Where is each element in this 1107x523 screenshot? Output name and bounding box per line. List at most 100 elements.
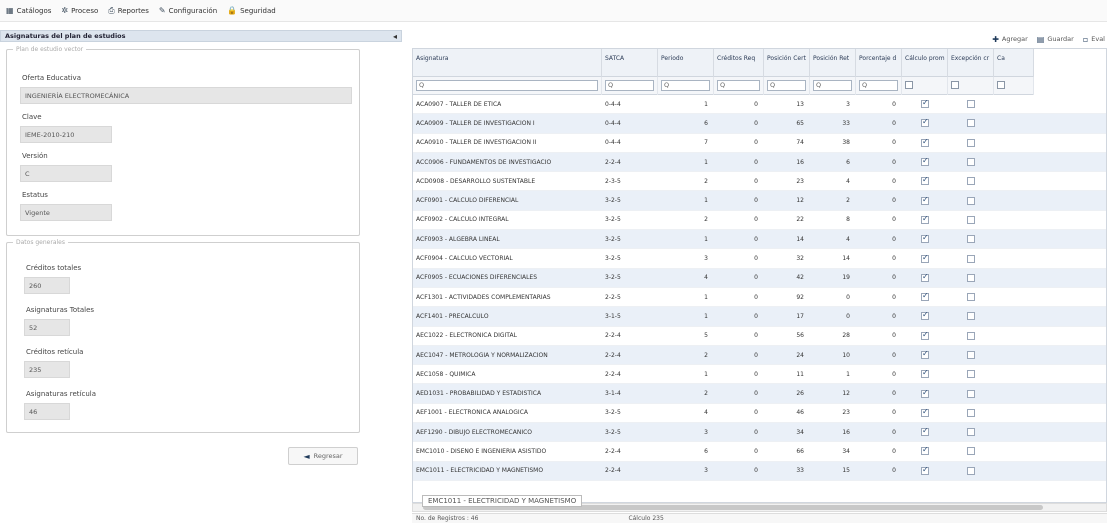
table-row[interactable]: ACF0902 - CÁLCULO INTEGRAL 3-2-5 2 0 22 8 0 [413, 211, 1106, 231]
grid-header: Asignatura SATCA Periodo Créditos Req Posici… [413, 49, 1034, 77]
menu-item-3[interactable]: ✎ Configuración [159, 6, 217, 15]
exc-checkbox[interactable] [967, 293, 975, 302]
column-header[interactable]: Periodo [658, 49, 714, 77]
exc-checkbox[interactable] [967, 331, 975, 340]
filter-input[interactable]: Q [605, 80, 654, 91]
column-header[interactable]: Porcentaje d [856, 49, 902, 77]
exc-checkbox[interactable] [967, 312, 975, 321]
table-row[interactable]: AEF1290 - DIBUJO ELECTROMECANICO 3-2-5 3 0 3… [413, 423, 1106, 443]
calc-checkbox[interactable] [921, 235, 929, 244]
exc-checkbox[interactable] [967, 351, 975, 359]
table-row[interactable]: ACC0906 - FUNDAMENTOS DE INVESTIGACIÓ 2-2… [413, 152, 1106, 173]
table-row[interactable]: ACF0905 - ECUACIONES DIFERENCIALES 3-2-5 4… [413, 268, 1106, 288]
column-header[interactable]: Asignatura [413, 49, 602, 77]
column-header[interactable]: Cálculo prom [902, 49, 948, 77]
menu-label: Reportes [117, 6, 149, 15]
calc-checkbox[interactable] [921, 466, 929, 475]
filter-input[interactable]: Q [767, 80, 806, 91]
calc-checkbox[interactable] [921, 177, 929, 186]
column-header[interactable]: Excepción cr [948, 49, 994, 77]
exc-checkbox[interactable] [967, 447, 975, 456]
menu-item-0[interactable]: ▦ Catálogos [6, 6, 51, 15]
table-row[interactable]: ACF0901 - CALCULO DIFERENCIAL 3-2-5 1 0 12 2 0 [413, 191, 1106, 211]
column-header[interactable]: Créditos Req [714, 49, 764, 77]
table-row[interactable]: AEC1022 - ELECTRONICA DIGITAL 2-2-4 5 0 56 28… [413, 327, 1106, 346]
exc-checkbox[interactable] [967, 138, 975, 147]
cell-porc: 0 [892, 274, 896, 282]
table-row[interactable]: ACA0909 - TALLER DE INVESTIGACION I 0-4-4… [413, 114, 1106, 134]
table-row[interactable]: ACF1301 - ACTIVIDADES COMPLEMENTARIAS 2-2… [413, 288, 1106, 308]
table-row[interactable]: ACF0903 - ALGEBRA LINEAL 3-2-5 1 0 14 4 0 [413, 230, 1106, 250]
calc-checkbox[interactable] [921, 312, 929, 321]
calc-checkbox[interactable] [921, 254, 929, 263]
cell-exc [948, 235, 994, 244]
calc-checkbox[interactable] [921, 273, 929, 282]
filter-input[interactable]: Q [813, 80, 852, 91]
table-row[interactable]: AEF1001 - ELECTRONICA ANALOGICA 3-2-5 4 0 46… [413, 404, 1106, 424]
column-header[interactable]: SATCA [602, 49, 658, 77]
exc-checkbox[interactable] [967, 215, 975, 224]
cell-cred: 0 [754, 100, 758, 108]
exc-checkbox[interactable] [967, 177, 975, 186]
table-row[interactable]: AED1031 - PROBABILIDAD Y ESTADÍSTICA 3-1-… [413, 384, 1106, 404]
table-row[interactable]: EMC1010 - DISEÑO E INGENIERIA ASISTIDO 2-… [413, 442, 1106, 462]
calc-checkbox[interactable] [921, 138, 929, 147]
exc-checkbox[interactable] [967, 273, 975, 282]
back-button[interactable]: ◄ Regresar [288, 447, 358, 465]
filter-checkbox[interactable] [905, 81, 913, 89]
calc-checkbox[interactable] [921, 215, 929, 224]
calc-checkbox[interactable] [921, 331, 929, 340]
table-row[interactable]: EMC1011 - ELECTRICIDAD Y MAGNETISMO 2-2-4… [413, 461, 1106, 481]
calc-checkbox[interactable] [921, 293, 929, 302]
table-row[interactable]: ACA0907 - TALLER DE ETICA 0-4-4 1 0 13 3 0 [413, 95, 1106, 115]
calc-checkbox[interactable] [921, 428, 929, 437]
calc-checkbox[interactable] [921, 408, 929, 417]
collapse-icon[interactable]: ◂ [393, 32, 397, 41]
exc-checkbox[interactable] [967, 428, 975, 437]
exc-checkbox[interactable] [967, 235, 975, 244]
calc-checkbox[interactable] [921, 351, 929, 359]
filter-checkbox[interactable] [997, 81, 1005, 89]
calc-checkbox[interactable] [921, 389, 929, 398]
filter-checkbox[interactable] [951, 81, 959, 89]
exc-checkbox[interactable] [967, 158, 975, 167]
exc-checkbox[interactable] [967, 196, 975, 205]
exc-checkbox[interactable] [967, 370, 975, 379]
exc-checkbox[interactable] [967, 389, 975, 398]
cell-porc: 0 [892, 467, 896, 475]
add-button[interactable]: ✚ Agregar [992, 35, 1028, 44]
calc-checkbox[interactable] [921, 196, 929, 205]
column-header[interactable]: Posición Cert [764, 49, 810, 77]
cell-periodo: 1 [704, 293, 708, 301]
column-header[interactable]: Posición Ret [810, 49, 856, 77]
filter-input[interactable]: Q [859, 80, 898, 91]
exc-checkbox[interactable] [967, 466, 975, 475]
eval-button[interactable]: ▫ Eval [1083, 35, 1105, 44]
column-header[interactable]: Ca [994, 49, 1034, 77]
table-row[interactable]: AEC1058 - QUIMICA 2-2-4 1 0 11 1 0 [413, 365, 1106, 385]
calc-checkbox[interactable] [921, 119, 929, 128]
table-row[interactable]: ACD0908 - DESARROLLO SUSTENTABLE 2-3-5 2 0 2… [413, 172, 1106, 192]
table-row[interactable]: AEC1047 - METROLOGIA Y NORMALIZACION 2-2-… [413, 345, 1106, 366]
exc-checkbox[interactable] [967, 119, 975, 128]
cell-pret: 12 [842, 390, 850, 398]
save-button[interactable]: ▤ Guardar [1037, 35, 1074, 44]
menu-item-2[interactable]: ⎙ Reportes [108, 6, 149, 16]
calc-checkbox[interactable] [921, 100, 929, 109]
calc-checkbox[interactable] [921, 370, 929, 379]
calc-checkbox[interactable] [921, 447, 929, 456]
filter-input[interactable]: Q [717, 80, 760, 91]
menu-item-4[interactable]: 🔒 Seguridad [227, 6, 276, 15]
exc-checkbox[interactable] [967, 408, 975, 417]
table-row[interactable]: ACF1401 - PRECALCULO 3-1-5 1 0 17 0 0 [413, 307, 1106, 327]
cell-cred: 0 [754, 312, 758, 320]
table-row[interactable]: ACA0910 - TALLER DE INVESTIGACION II 0-4-… [413, 134, 1106, 153]
menu-item-1[interactable]: ✲ Proceso [61, 6, 98, 15]
filter-input[interactable]: Q [661, 80, 710, 91]
cell-satca: 3-2-5 [605, 428, 621, 436]
table-row[interactable]: ACF0904 - CALCULO VECTORIAL 3-2-5 3 0 32 14 0 [413, 249, 1106, 269]
calc-checkbox[interactable] [921, 158, 929, 167]
filter-input[interactable]: Q [416, 80, 598, 91]
exc-checkbox[interactable] [967, 100, 975, 109]
exc-checkbox[interactable] [967, 254, 975, 263]
